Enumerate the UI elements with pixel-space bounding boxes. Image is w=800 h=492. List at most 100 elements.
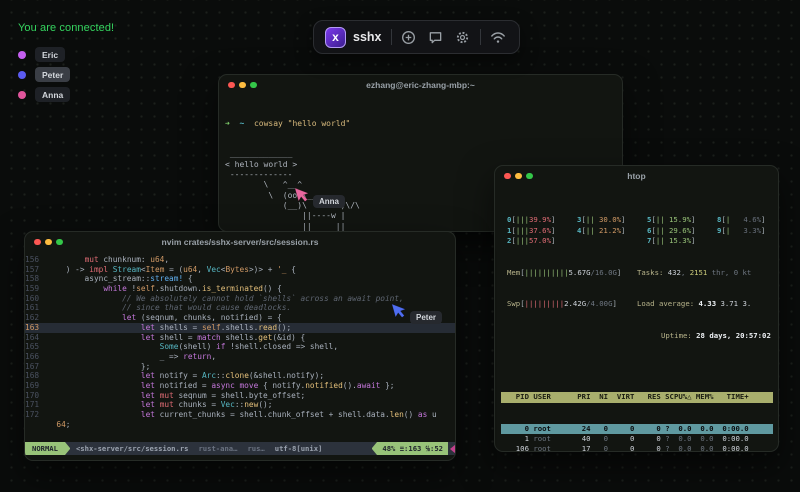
line-number: 172 bbox=[25, 410, 40, 419]
wifi-icon bbox=[490, 31, 506, 44]
user-list-item: Peter bbox=[18, 67, 114, 82]
statusline-end-cap bbox=[450, 443, 455, 454]
toolbar: x sshx bbox=[313, 20, 520, 54]
code-line: 166 _ => return, bbox=[25, 351, 217, 361]
new-terminal-button[interactable] bbox=[399, 27, 419, 47]
tasks-summary: Tasks: 432, 2151 thr, 0 kt bbox=[637, 267, 752, 277]
cpu-meter: 2[|||57.0%] bbox=[507, 236, 556, 245]
line-number: 168 bbox=[25, 371, 40, 381]
sshx-logo-icon: x bbox=[325, 26, 346, 48]
terminal-title: ezhang@eric-zhang-mbp:~ bbox=[366, 80, 475, 90]
swap-meter: Swp[|||||||||2.42G/4.00G] bbox=[507, 299, 617, 308]
htop-screen[interactable]: 0[|||39.9%] 3[|| 30.0%] 5[|| 15.9%] 8[| 4.6… bbox=[495, 186, 778, 451]
line-number: 169 bbox=[25, 380, 40, 390]
cpu-meter: 1[|||37.6%] bbox=[507, 225, 556, 235]
nvim-editor[interactable]: 156 mut chunknum: u64, 157 ) -> impl Stre… bbox=[25, 252, 455, 434]
line-number: 171 bbox=[25, 400, 40, 410]
code-line: 64; bbox=[25, 420, 455, 430]
user-color-dot bbox=[18, 50, 26, 59]
code-line: 171 let mut chunks = Vec::new(); bbox=[25, 400, 273, 410]
line-number: 160 bbox=[25, 293, 40, 303]
process-row[interactable]: 1 root 40 0 0 0 ? 0.0 0.0 0:00.0 bbox=[501, 434, 773, 444]
cursor-name-badge: Anna bbox=[313, 195, 345, 208]
line-number: 162 bbox=[25, 313, 40, 323]
code-line: 159 while !self.shutdown.is_terminated()… bbox=[25, 284, 282, 294]
line-number bbox=[25, 420, 47, 430]
connection-status: You are connected! bbox=[18, 22, 115, 34]
toolbar-divider bbox=[390, 29, 392, 45]
code-line: 162 let (seqnum, chunks, notified) = { bbox=[25, 313, 282, 323]
code-line: 160 // We absolutely cannot hold `shells… bbox=[25, 293, 404, 303]
shell-command-line: ➜ ~ cowsay "hello world" bbox=[225, 118, 351, 128]
cursor-name-badge: Peter bbox=[410, 311, 443, 324]
code-line: 165 Some(shell) if !shell.closed => shel… bbox=[25, 342, 339, 352]
terminal-window-htop: htop 0[|||39.9%] 3[|| 30.0%] 5[|| 15.9%] 8[… bbox=[494, 165, 779, 452]
user-color-dot bbox=[18, 90, 26, 99]
process-table-rows: 0 root 24 0 0 0 ? 0.0 0.0 0:00.0 1 root … bbox=[501, 423, 773, 451]
cpu-meter: 6[|| 29.6%] bbox=[647, 225, 696, 235]
lsp-client: rus… bbox=[247, 444, 265, 453]
code-line: 169 let notified = async move { notify.n… bbox=[25, 380, 395, 390]
code-line: 164 let shell = match shells.get(&id) { bbox=[25, 332, 306, 342]
process-row[interactable]: 106 root 17 0 0 0 ? 0.0 0.0 0:00.0 bbox=[501, 444, 773, 451]
code-line: 168 let notify = Arc::clone(&shell.notif… bbox=[25, 371, 325, 381]
line-number: 156 bbox=[25, 255, 40, 264]
file-path: <shx-server/src/session.rs bbox=[75, 444, 189, 453]
cursor-pointer-icon bbox=[294, 187, 310, 203]
toolbar-divider bbox=[479, 29, 481, 45]
user-color-dot bbox=[18, 70, 26, 79]
cpu-meter-empty bbox=[717, 236, 778, 247]
terminal-title: htop bbox=[627, 171, 646, 181]
user-list: Eric Peter Anna bbox=[18, 47, 114, 102]
code-line: 158 async_stream::stream! { bbox=[25, 274, 193, 284]
user-badge-eric: Eric bbox=[35, 47, 66, 62]
nvim-statusline: NORMAL <shx-server/src/session.rs rust-a… bbox=[25, 442, 455, 455]
terminal-window-nvim: nvim crates/sshx-server/src/session.rs 1… bbox=[24, 231, 456, 461]
plus-circle-icon bbox=[401, 30, 416, 45]
line-number: 161 bbox=[25, 303, 40, 313]
remote-cursor-peter: Peter bbox=[391, 301, 443, 324]
code-line: 163 let shells = self.shells.read(); bbox=[25, 322, 455, 333]
line-number: 163 bbox=[25, 322, 40, 332]
line-number: 166 bbox=[25, 351, 40, 361]
terminal-titlebar[interactable]: nvim crates/sshx-server/src/session.rs bbox=[25, 232, 455, 252]
code-line: 157 ) -> impl Stream<Item = (u64, Vec<By… bbox=[25, 264, 296, 274]
code-line: 170 let mut seqnum = shell.byte_offset; bbox=[25, 390, 306, 400]
user-badge-anna: Anna bbox=[35, 87, 71, 102]
terminal-titlebar[interactable]: ezhang@eric-zhang-mbp:~ bbox=[219, 75, 622, 95]
terminal-title: nvim crates/sshx-server/src/session.rs bbox=[161, 237, 319, 247]
cpu-meter-empty bbox=[577, 236, 647, 247]
memory-meter: Mem[||||||||||5.67G/16.0G] bbox=[507, 267, 622, 277]
gear-icon bbox=[455, 30, 470, 45]
user-list-item: Anna bbox=[18, 87, 114, 102]
line-number: 159 bbox=[25, 284, 40, 294]
code-line: 167 }; bbox=[25, 361, 151, 371]
uptime: Uptime: 28 days, 20:57:02 bbox=[661, 330, 771, 340]
cursor-position: 48% ≡:163 ℅:52 bbox=[377, 442, 448, 455]
process-table: PID USER PRI NI VIRT RES SCPU%△ MEM% TIM… bbox=[501, 371, 773, 451]
load-average: Load average: 4.33 3.71 3. bbox=[637, 299, 752, 308]
cpu-meter: 7[|| 15.3%] bbox=[647, 236, 696, 245]
cpu-meter: 8[| 4.6%] bbox=[717, 215, 766, 224]
line-number: 158 bbox=[25, 274, 40, 284]
cursor-pointer-icon bbox=[391, 303, 407, 319]
process-table-header[interactable]: PID USER PRI NI VIRT RES SCPU%△ MEM% TIM… bbox=[501, 392, 773, 403]
presence-panel: You are connected! Eric Peter Anna bbox=[18, 22, 114, 102]
line-number: 157 bbox=[25, 264, 40, 274]
chat-button[interactable] bbox=[426, 27, 446, 47]
user-list-item: Eric bbox=[18, 47, 114, 62]
cpu-meter: 9[| 3.3%] bbox=[717, 225, 766, 235]
cpu-meter: 5[|| 15.9%] bbox=[647, 215, 696, 224]
settings-button[interactable] bbox=[453, 27, 473, 47]
process-row[interactable]: 0 root 24 0 0 0 ? 0.0 0.0 0:00.0 bbox=[501, 423, 773, 434]
user-badge-peter: Peter bbox=[35, 67, 71, 82]
cpu-meter: 4[|| 21.2%] bbox=[577, 225, 626, 235]
statusline-middle: <shx-server/src/session.rs rust-ana… rus… bbox=[70, 442, 372, 455]
chat-icon bbox=[428, 30, 443, 45]
lsp-client: rust-ana… bbox=[198, 444, 238, 453]
line-number: 164 bbox=[25, 332, 40, 342]
terminal-titlebar[interactable]: htop bbox=[495, 166, 778, 186]
vim-mode-indicator: NORMAL bbox=[25, 442, 65, 455]
line-number: 170 bbox=[25, 390, 40, 400]
network-status-button[interactable] bbox=[488, 27, 508, 47]
